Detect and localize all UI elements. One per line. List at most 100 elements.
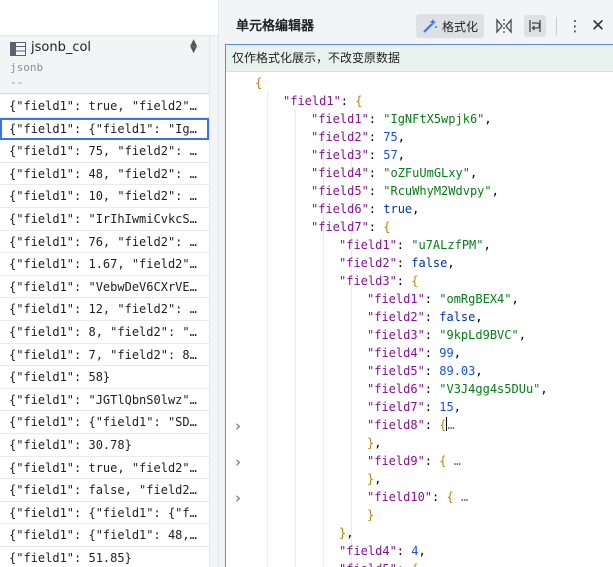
code-line[interactable]: "field2": 75,: [311, 128, 405, 146]
code-token: ,: [412, 202, 420, 216]
table-row[interactable]: {"field1": false, "field2…: [0, 479, 209, 502]
code-token: :: [424, 382, 440, 396]
code-token: "field7": [367, 400, 425, 414]
column-header[interactable]: jsonb_col ▲ ▼ jsonb --: [0, 36, 210, 94]
fold-expand-icon[interactable]: ›: [235, 453, 241, 471]
code-line[interactable]: {: [255, 74, 262, 92]
code-token: false: [411, 256, 448, 270]
code-token: ,: [491, 184, 499, 198]
code-token: "field5": [311, 184, 369, 198]
code-token: }: [367, 508, 375, 522]
code-token: ,: [475, 364, 483, 378]
code-line[interactable]: "field3": 57,: [311, 146, 405, 164]
table-row[interactable]: {"field1": {"field1": {"f…: [0, 502, 209, 525]
code-token: ,: [374, 436, 382, 450]
column-name: jsonb_col: [31, 40, 92, 55]
code-token: false: [439, 310, 476, 324]
code-token: "field7": [311, 220, 369, 234]
code-line[interactable]: "field2": false,: [339, 254, 455, 272]
code-line[interactable]: "field5": "RcuWhyM2Wdvpy",: [311, 182, 499, 200]
editor-header: 单元格编辑器 格式化 ⋮ ✕: [219, 0, 613, 44]
code-line[interactable]: },: [339, 524, 353, 542]
code-token: "field4": [339, 544, 397, 558]
code-line[interactable]: "field1": {: [283, 92, 362, 110]
code-token: "field1": [339, 238, 397, 252]
code-line[interactable]: "field7": {: [311, 218, 390, 236]
code-line[interactable]: "field1": "omRgBEX4",: [367, 290, 519, 308]
code-line[interactable]: "field4": "oZFuUmGLxy",: [311, 164, 477, 182]
code-line[interactable]: },: [367, 470, 381, 488]
code-line[interactable]: "field4": 4,: [339, 542, 426, 560]
table-row[interactable]: {"field1": 8, "field2": "…: [0, 321, 209, 344]
code-line[interactable]: },: [367, 434, 381, 452]
table-row[interactable]: {"field1": true, "field2"…: [0, 95, 209, 118]
code-line[interactable]: }: [367, 506, 374, 524]
code-token: :: [368, 112, 384, 126]
grid-scrollbar[interactable]: [210, 36, 218, 567]
table-row-selected[interactable]: {"field1": {"field1": "Ig…: [0, 117, 209, 141]
fold-expand-icon[interactable]: ›: [235, 417, 241, 435]
table-row[interactable]: {"field1": 58}: [0, 366, 209, 389]
table-row[interactable]: {"field1": 51.85}: [0, 547, 209, 567]
json-editor[interactable]: 仅作格式化展示，不改变原数据 › › › {"field1": {"field1":…: [225, 44, 613, 567]
format-button[interactable]: 格式化: [416, 14, 484, 38]
code-token: :: [396, 256, 412, 270]
mirror-icon[interactable]: [493, 15, 515, 37]
code-line[interactable]: "field1": "IgNFtX5wpjk6",: [311, 110, 492, 128]
close-icon[interactable]: ✕: [587, 15, 609, 37]
code-token: "omRgBEX4": [439, 292, 512, 306]
code-token: :: [340, 94, 356, 108]
table-row[interactable]: {"field1": 7, "field2": 8…: [0, 344, 209, 367]
code-line[interactable]: "field2": false,: [367, 308, 483, 326]
soft-wrap-icon[interactable]: [524, 15, 546, 37]
code-line[interactable]: "field9": { …: [367, 452, 461, 470]
table-row[interactable]: {"field1": true, "field2"…: [0, 457, 209, 480]
code-token: ,: [447, 256, 455, 270]
code-token: 89.03: [439, 364, 476, 378]
more-icon[interactable]: ⋮: [564, 15, 586, 37]
code-token: ,: [374, 472, 382, 486]
column-comment: --: [10, 76, 24, 89]
table-row[interactable]: {"field1": 48, "field2": …: [0, 163, 209, 186]
code-line[interactable]: "field5": 89.03,: [367, 362, 483, 380]
code-line[interactable]: "field6": true,: [311, 200, 419, 218]
code-token: "IgNFtX5wpjk6": [383, 112, 485, 126]
code-token: "field1": [311, 112, 369, 126]
code-line[interactable]: "field3": "9kpLd9BVC",: [367, 326, 526, 344]
table-row[interactable]: {"field1": "IrIhIwmiCvkcS…: [0, 208, 209, 231]
code-line[interactable]: "field3": {: [339, 272, 418, 290]
indent-guide: [295, 110, 296, 567]
table-row[interactable]: {"field1": 30.78}: [0, 434, 209, 457]
code-area[interactable]: › › › {"field1": {"field1": "IgNFtX5wpjk6"…: [226, 73, 613, 567]
code-token: "field3": [367, 328, 425, 342]
code-line[interactable]: "field5": {: [339, 560, 418, 567]
table-row[interactable]: {"field1": "VebwDeV6CXrVE…: [0, 276, 209, 299]
table-row[interactable]: {"field1": 12, "field2": …: [0, 298, 209, 321]
code-line[interactable]: "field7": 15,: [367, 398, 461, 416]
code-line[interactable]: "field1": "u7ALzfPM",: [339, 236, 491, 254]
table-row[interactable]: {"field1": 75, "field2": …: [0, 140, 209, 163]
code-token: ,: [397, 148, 405, 162]
code-token: :: [368, 166, 384, 180]
sort-icon[interactable]: ▲ ▼: [190, 39, 197, 55]
code-line[interactable]: "field4": 99,: [367, 344, 461, 362]
table-row[interactable]: {"field1": 76, "field2": …: [0, 231, 209, 254]
code-token: ,: [469, 166, 478, 180]
table-row[interactable]: {"field1": 10, "field2": …: [0, 185, 209, 208]
table-row[interactable]: {"field1": 1.67, "field2"…: [0, 253, 209, 276]
code-token: 75: [383, 130, 398, 144]
code-line[interactable]: "field10": { …: [367, 488, 468, 506]
code-token: :: [396, 544, 412, 558]
code-token: true: [383, 202, 413, 216]
code-token: ,: [518, 328, 526, 342]
code-line[interactable]: "field8": {…: [367, 416, 455, 434]
table-row[interactable]: {"field1": "JGTlQbnS0lwz"…: [0, 389, 209, 412]
table-row[interactable]: {"field1": {"field1": "SD…: [0, 411, 209, 434]
fold-expand-icon[interactable]: ›: [235, 489, 241, 507]
header-divider: [556, 17, 557, 35]
table-row[interactable]: {"field1": {"field1": 48,…: [0, 524, 209, 547]
code-line[interactable]: "field6": "V3J4gg4s5DUu",: [367, 380, 548, 398]
code-token: "field3": [311, 148, 369, 162]
code-token: {: [255, 76, 263, 90]
code-token: ,: [453, 346, 461, 360]
